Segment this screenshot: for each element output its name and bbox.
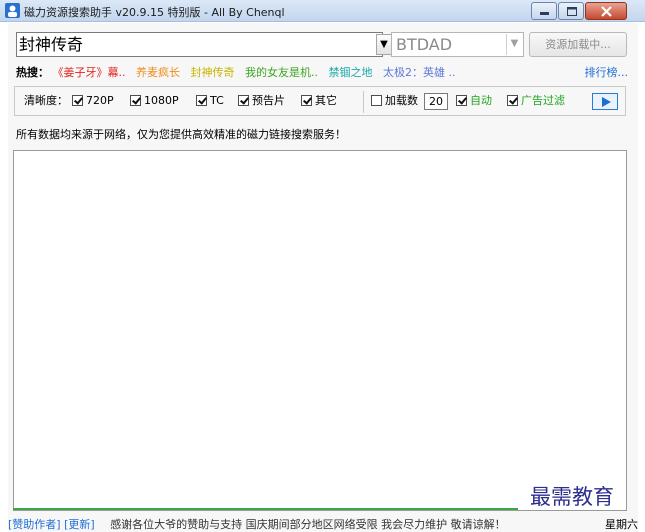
search-input[interactable]: 封神传奇 (16, 32, 383, 57)
load-count-checkbox[interactable]: 加载数 (371, 94, 418, 108)
checkbox-checked-icon (507, 95, 518, 106)
update-link[interactable]: [更新] (64, 518, 95, 531)
checkbox-checked-icon (456, 95, 467, 106)
maximize-icon (567, 7, 577, 16)
notice-text: 所有数据均来源于网络，仅为您提供高效精准的磁力链接搜索服务！ (16, 128, 346, 141)
play-button[interactable] (592, 93, 618, 110)
progress-bar (13, 508, 518, 510)
minimize-button[interactable] (531, 2, 557, 20)
search-history-dropdown[interactable]: ▼ (376, 34, 392, 55)
close-icon (601, 6, 612, 17)
hot-search-item[interactable]: 养麦疯长 (136, 66, 180, 79)
quality-option-label: 其它 (315, 94, 337, 107)
load-count-label: 加载数 (385, 94, 418, 107)
window-title: 磁力资源搜索助手 v20.9.15 特别版 - All By Chenql (24, 6, 285, 19)
hot-search-label: 热搜： (16, 66, 49, 79)
checkbox-checked-icon (72, 95, 83, 106)
status-bar: [赞助作者] [更新] 感谢各位大爷的赞助与支持 国庆期间部分地区网络受限 我会… (8, 516, 638, 532)
minimize-icon (540, 12, 549, 15)
hot-search-bar: 热搜： 《姜子牙》幕.. 养麦疯长 封神传奇 我的女友是机.. 禁锢之地 太极2… (16, 64, 628, 80)
sponsor-link[interactable]: [赞助作者] (8, 518, 61, 531)
watermark: 最需教育 (530, 485, 614, 509)
quality-label: 清晰度： (24, 94, 68, 107)
ad-filter-label: 广告过滤 (521, 94, 565, 107)
close-button[interactable] (585, 2, 627, 20)
auto-label: 自动 (470, 94, 492, 107)
hot-search-item[interactable]: 太极2：英雄 .. (383, 66, 456, 79)
quality-tc-checkbox[interactable]: TC (196, 94, 224, 108)
hot-search-item[interactable]: 我的女友是机.. (245, 66, 318, 79)
dropdown-arrow-icon: ▼ (510, 38, 519, 49)
title-bar: 磁力资源搜索助手 v20.9.15 特别版 - All By Chenql (0, 0, 645, 22)
checkbox-checked-icon (196, 95, 207, 106)
hot-search-item[interactable]: 禁锢之地 (329, 66, 373, 79)
load-count-input[interactable]: 20 (424, 93, 448, 110)
ad-filter-checkbox[interactable]: 广告过滤 (507, 94, 565, 108)
quality-1080p-checkbox[interactable]: 1080P (130, 94, 179, 108)
dropdown-arrow-icon: ▼ (380, 39, 388, 50)
options-divider (363, 91, 364, 113)
hot-search-item[interactable]: 封神传奇 (191, 66, 235, 79)
quality-option-label: 720P (86, 94, 114, 107)
source-select[interactable]: BTDAD (391, 32, 524, 57)
quality-option-label: TC (210, 94, 224, 107)
checkbox-checked-icon (301, 95, 312, 106)
status-day: 星期六 (605, 518, 638, 531)
ranking-link[interactable]: 排行榜... (585, 64, 629, 80)
quality-other-checkbox[interactable]: 其它 (301, 94, 337, 108)
play-icon (602, 97, 611, 107)
main-panel: 封神传奇 ▼ BTDAD ▼ 资源加载中... 热搜： 《姜子牙》幕.. 养麦疯… (8, 23, 638, 532)
source-dropdown-arrow[interactable]: ▼ (506, 34, 522, 55)
status-message: 感谢各位大爷的赞助与支持 国庆期间部分地区网络受限 我会尽力维护 敬请谅解！ (110, 518, 506, 531)
auto-checkbox[interactable]: 自动 (456, 94, 492, 108)
hot-search-item[interactable]: 《姜子牙》幕.. (53, 66, 126, 79)
results-list[interactable] (13, 150, 627, 511)
quality-trailer-checkbox[interactable]: 预告片 (238, 94, 285, 108)
quality-720p-checkbox[interactable]: 720P (72, 94, 114, 108)
load-resources-button[interactable]: 资源加载中... (529, 32, 627, 57)
quality-option-label: 预告片 (252, 94, 285, 107)
app-icon (5, 3, 20, 18)
maximize-button[interactable] (558, 2, 584, 20)
checkbox-unchecked-icon (371, 95, 382, 106)
checkbox-checked-icon (130, 95, 141, 106)
checkbox-checked-icon (238, 95, 249, 106)
filter-options-panel: 清晰度： 720P 1080P TC 预告片 其它 加载数 20 自动 广告过滤 (14, 86, 626, 116)
quality-option-label: 1080P (144, 94, 179, 107)
